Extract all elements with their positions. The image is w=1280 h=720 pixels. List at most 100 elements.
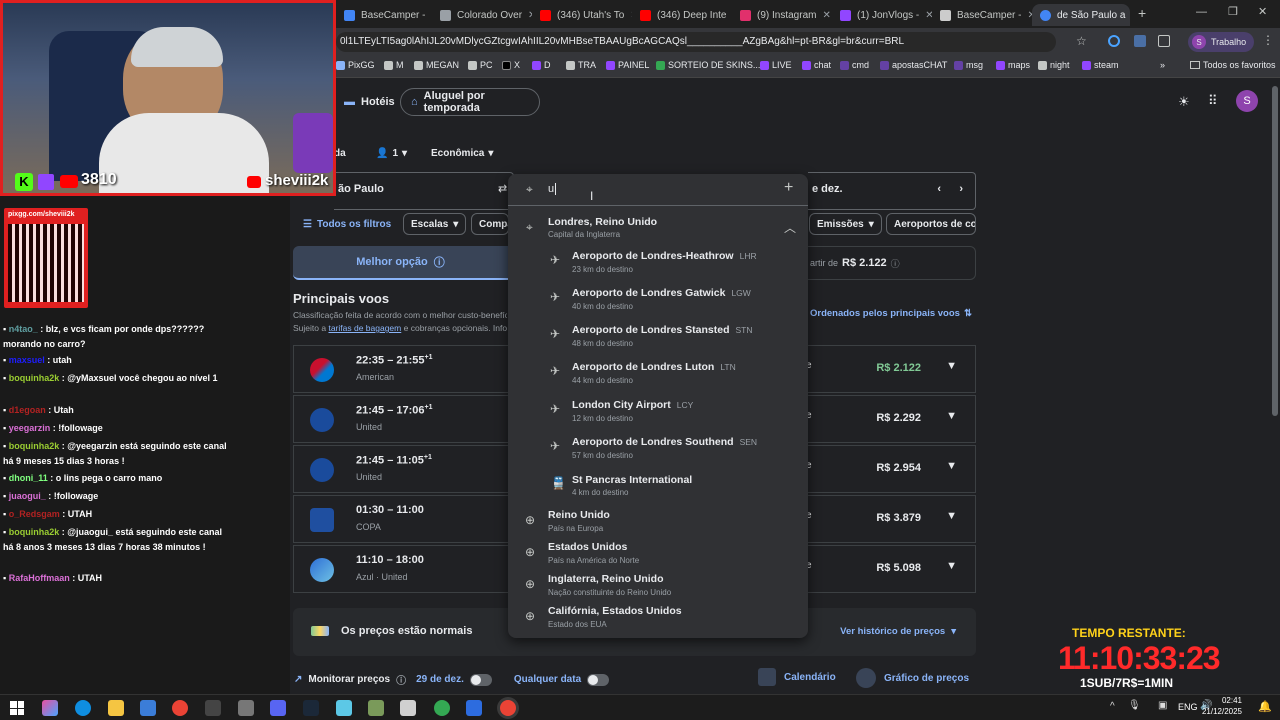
baggage-fees-link[interactable]: tarifas de bagagem bbox=[328, 323, 401, 333]
browser-tab[interactable]: (346) Utah's To✕ bbox=[532, 4, 632, 26]
chrome-icon[interactable] bbox=[172, 700, 188, 716]
chevron-up-icon[interactable]: ︿ bbox=[784, 219, 796, 236]
new-tab-button[interactable]: + bbox=[1138, 5, 1146, 21]
tray-chevron-icon[interactable]: ^ bbox=[1110, 701, 1115, 712]
suggestion-airport[interactable]: ✈ Aeroporto de Londres Gatwick LGW 40 km do… bbox=[508, 283, 808, 317]
settings-gear-icon[interactable] bbox=[238, 700, 254, 716]
chevron-left-icon[interactable]: ‹ bbox=[937, 183, 941, 195]
suggestion-country[interactable]: ⊕ Estados Unidos País na América do Norte bbox=[508, 539, 808, 573]
scrollbar[interactable] bbox=[1272, 86, 1278, 416]
nav-hotels[interactable]: ▬ Hotéis bbox=[334, 88, 405, 116]
bookmark-item[interactable]: X bbox=[502, 60, 520, 70]
bookmark-item[interactable]: apostasCHAT bbox=[880, 60, 947, 70]
price-history-button[interactable]: Ver histórico de preços ▾ bbox=[840, 626, 956, 637]
bookmark-item[interactable]: maps bbox=[996, 60, 1030, 70]
suggestion-airport[interactable]: ✈ Aeroporto de Londres-Heathrow LHR 23 km d… bbox=[508, 246, 808, 280]
menu-kebab-icon[interactable]: ⋮ bbox=[1262, 33, 1274, 47]
bookmark-item[interactable]: night bbox=[1038, 60, 1070, 70]
sort-button[interactable]: Ordenados pelos principais voos ⇅ bbox=[810, 308, 972, 319]
tab-best[interactable]: Melhor opção ⓘ bbox=[293, 246, 508, 280]
discord-icon[interactable] bbox=[270, 700, 286, 716]
store-icon[interactable] bbox=[140, 700, 156, 716]
filter-airlines[interactable]: Compa bbox=[471, 213, 509, 235]
origin-field[interactable]: ão Paulo bbox=[334, 172, 514, 210]
windows-start-icon[interactable] bbox=[10, 701, 24, 715]
maximize-button[interactable]: ❐ bbox=[1228, 5, 1238, 18]
minimize-button[interactable]: — bbox=[1196, 6, 1207, 18]
app-icon[interactable] bbox=[336, 700, 352, 716]
filter-emissions[interactable]: Emissões ▾ bbox=[809, 213, 882, 235]
microphone-icon[interactable]: 🎙 bbox=[1128, 700, 1141, 711]
bookmark-item[interactable]: LIVE bbox=[760, 60, 792, 70]
browser-tab-active[interactable]: de São Paulo a✕ bbox=[1032, 4, 1130, 26]
suggestion-airport[interactable]: ✈ London City Airport LCY 12 km do destino bbox=[508, 395, 808, 429]
tab-cheapest[interactable]: artir de R$ 2.122 ⓘ bbox=[808, 246, 976, 280]
app-icon[interactable] bbox=[434, 700, 450, 716]
app-icon[interactable] bbox=[368, 700, 384, 716]
suggestion-station[interactable]: 🚆 St Pancras International 4 km do destino bbox=[508, 469, 808, 503]
all-filters-button[interactable]: ☰ Todos os filtros bbox=[296, 213, 398, 235]
extension-icon[interactable] bbox=[1108, 35, 1120, 47]
nav-rentals[interactable]: ⌂ Aluguel por temporada bbox=[400, 88, 540, 116]
tray-icon[interactable]: ▣ bbox=[1158, 700, 1167, 711]
bookmark-item[interactable]: msg bbox=[954, 60, 983, 70]
suggestion-airport[interactable]: ✈ Aeroporto de Londres Southend SEN 57 km d… bbox=[508, 432, 808, 466]
close-icon[interactable]: ✕ bbox=[822, 10, 830, 21]
chevron-down-icon[interactable]: ▼ bbox=[946, 510, 957, 522]
clock-time[interactable]: 02:41 bbox=[1210, 696, 1242, 705]
suggestion-region[interactable]: ⊕ Inglaterra, Reino Unido Nação constituin… bbox=[508, 571, 808, 605]
steam-icon[interactable] bbox=[303, 700, 319, 716]
chrome-icon[interactable] bbox=[500, 700, 516, 716]
bookmarks-overflow-button[interactable]: » bbox=[1160, 60, 1165, 70]
copilot-icon[interactable] bbox=[42, 700, 58, 716]
chevron-right-icon[interactable]: › bbox=[959, 183, 963, 195]
browser-tab[interactable]: BaseCamper -✕ bbox=[932, 4, 1032, 26]
monitor-date-toggle[interactable] bbox=[469, 673, 492, 686]
date-field[interactable]: e dez. ‹ › bbox=[808, 172, 976, 210]
chevron-down-icon[interactable]: ▼ bbox=[946, 410, 957, 422]
bookmark-item[interactable]: chat bbox=[802, 60, 831, 70]
browser-tab[interactable]: (346) Deep Inte✕ bbox=[632, 4, 732, 26]
cabin-select[interactable]: Econômica ▾ bbox=[431, 148, 493, 159]
chevron-down-icon[interactable]: ▼ bbox=[946, 560, 957, 572]
notification-bell-icon[interactable]: 🔔 bbox=[1258, 700, 1272, 713]
extension-icon[interactable] bbox=[1134, 35, 1146, 47]
calendar-button[interactable]: Calendário bbox=[758, 668, 836, 686]
extensions-puzzle-icon[interactable] bbox=[1158, 35, 1170, 47]
suggestion-city[interactable]: ⌖ Londres, Reino Unido Capital da Inglat… bbox=[508, 212, 808, 246]
browser-tab[interactable]: Colorado Over✕ bbox=[432, 4, 532, 26]
add-destination-button[interactable]: + bbox=[784, 179, 793, 197]
app-icon[interactable] bbox=[466, 700, 482, 716]
all-favorites[interactable]: Todos os favoritos bbox=[1190, 60, 1276, 70]
browser-tab[interactable]: (9) Instagram ✕ bbox=[732, 4, 832, 26]
bookmark-item[interactable]: D bbox=[532, 60, 551, 70]
url-input[interactable]: 0l1LTEyLTI5ag0lAhIJL20vMDlycGZtcgwIAhIIL… bbox=[336, 32, 1056, 52]
bookmark-star-icon[interactable]: ☆ bbox=[1076, 34, 1087, 48]
chevron-down-icon[interactable]: ▼ bbox=[946, 360, 957, 372]
price-graph-button[interactable]: Gráfico de preços bbox=[856, 668, 969, 688]
avatar[interactable]: S bbox=[1236, 90, 1258, 112]
calculator-icon[interactable] bbox=[400, 700, 416, 716]
bookmark-item[interactable]: cmd bbox=[840, 60, 869, 70]
suggestion-airport[interactable]: ✈ Aeroporto de Londres Luton LTN 44 km do d… bbox=[508, 357, 808, 391]
suggestion-airport[interactable]: ✈ Aeroporto de Londres Stansted STN 48 km d… bbox=[508, 320, 808, 354]
destination-input[interactable]: u bbox=[548, 183, 557, 195]
bookmark-item[interactable]: steam bbox=[1082, 60, 1119, 70]
chevron-down-icon[interactable]: ▼ bbox=[946, 460, 957, 472]
theme-toggle-icon[interactable]: ☀ bbox=[1178, 94, 1190, 110]
filter-stops[interactable]: Escalas ▾ bbox=[403, 213, 467, 235]
browser-tab[interactable]: BaseCamper -✕ bbox=[336, 4, 432, 26]
close-window-button[interactable]: ✕ bbox=[1258, 5, 1267, 18]
profile-chip[interactable]: S Trabalho bbox=[1188, 32, 1255, 52]
swap-icon[interactable]: ⇄ bbox=[498, 182, 507, 195]
clock-date[interactable]: 21/12/2025 bbox=[1200, 707, 1242, 716]
bookmark-item[interactable]: TRA bbox=[566, 60, 596, 70]
suggestion-country[interactable]: ⊕ Reino Unido País na Europa bbox=[508, 507, 808, 541]
bookmark-item[interactable]: PixGG bbox=[336, 60, 375, 70]
language-indicator[interactable]: ENG bbox=[1178, 702, 1198, 712]
app-icon[interactable] bbox=[205, 700, 221, 716]
suggestion-region[interactable]: ⊕ Califórnia, Estados Unidos Estado dos EU… bbox=[508, 603, 808, 637]
bookmark-item[interactable]: PC bbox=[468, 60, 493, 70]
bookmark-item[interactable]: M bbox=[384, 60, 404, 70]
any-date-toggle[interactable] bbox=[587, 673, 610, 686]
